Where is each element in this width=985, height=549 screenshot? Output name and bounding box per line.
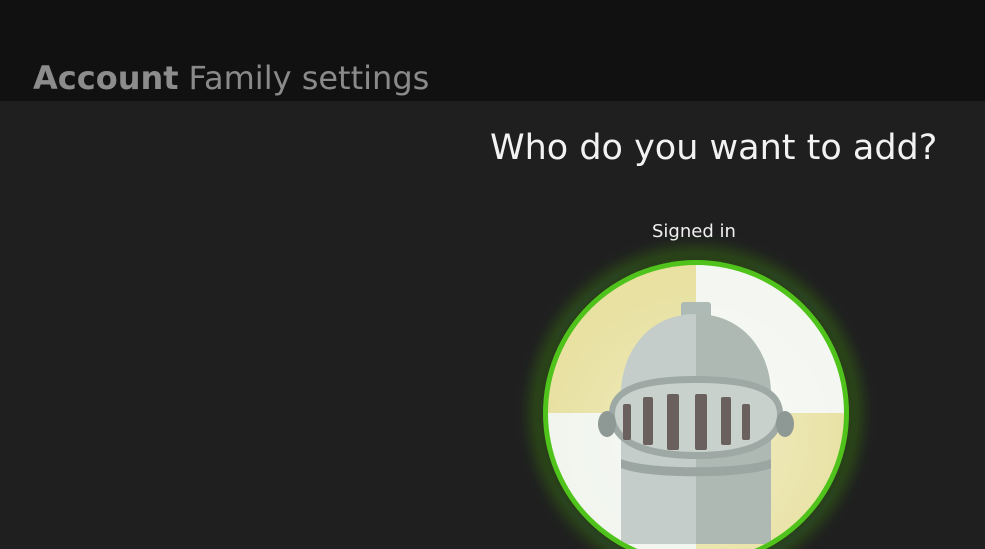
header-bar: Account Family settings [0, 0, 985, 101]
breadcrumb: Account Family settings [33, 58, 429, 98]
page-title: Who do you want to add? [490, 128, 938, 168]
breadcrumb-family-settings: Family settings [188, 59, 430, 97]
family-settings-page: Account Family settings Who do you want t… [0, 0, 985, 549]
signed-in-profile-button[interactable] [533, 250, 859, 549]
signed-in-label: Signed in [652, 221, 736, 242]
knight-helmet-icon [533, 250, 859, 549]
breadcrumb-account[interactable]: Account [33, 59, 179, 97]
